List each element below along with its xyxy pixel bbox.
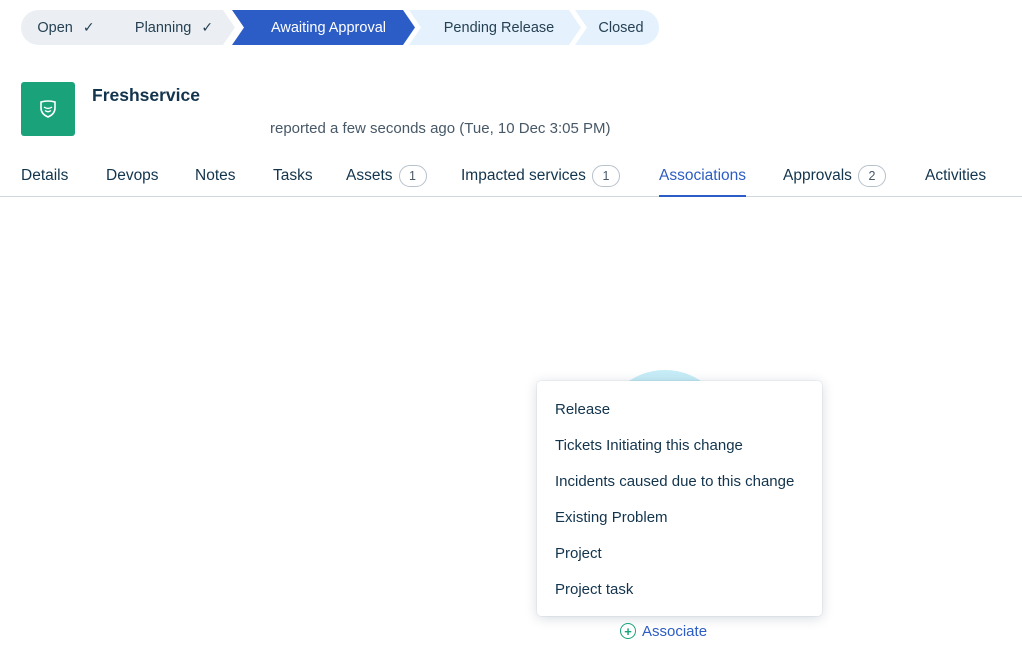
step-label: Pending Release: [443, 19, 555, 36]
reported-timestamp: reported a few seconds ago (Tue, 10 Dec …: [270, 120, 611, 137]
tab-label: Assets: [346, 167, 393, 184]
associate-dropdown-menu: Release Tickets Initiating this change I…: [537, 381, 822, 616]
tab-label: Notes: [195, 167, 236, 184]
step-planning[interactable]: Planning ✓: [107, 10, 235, 45]
status-stepper: Open ✓ Planning ✓ Awaiting Approval Pend…: [21, 10, 661, 45]
app-name: Freshservice: [92, 85, 200, 105]
step-awaiting-approval[interactable]: Awaiting Approval: [232, 10, 415, 45]
step-label: Awaiting Approval: [270, 19, 386, 36]
menu-item-tickets-initiating[interactable]: Tickets Initiating this change: [537, 427, 822, 463]
step-pending-release[interactable]: Pending Release: [409, 10, 581, 45]
tab-details[interactable]: Details: [21, 155, 68, 197]
menu-item-project-task[interactable]: Project task: [537, 571, 822, 607]
tab-label: Details: [21, 167, 69, 184]
associate-button[interactable]: + Associate: [620, 620, 707, 642]
menu-item-release[interactable]: Release: [537, 391, 822, 427]
step-label: Planning: [134, 19, 192, 36]
shield-icon: [40, 100, 56, 118]
tab-associations[interactable]: Associations: [659, 155, 747, 197]
plus-circle-icon: +: [620, 623, 636, 639]
step-label: Open: [37, 19, 73, 36]
tab-impacted-services[interactable]: Impacted services 1: [461, 155, 620, 197]
app-logo: [21, 82, 75, 136]
tab-label: Activities: [925, 167, 987, 184]
count-badge: 2: [857, 165, 886, 187]
menu-item-incidents-caused[interactable]: Incidents caused due to this change: [537, 463, 822, 499]
tab-notes[interactable]: Notes: [195, 155, 236, 197]
check-icon: ✓: [201, 19, 214, 35]
tab-tasks[interactable]: Tasks: [273, 155, 313, 197]
step-label: Closed: [598, 19, 644, 36]
tab-label: Approvals: [783, 167, 852, 184]
menu-item-existing-problem[interactable]: Existing Problem: [537, 499, 822, 535]
count-badge: 1: [591, 165, 620, 187]
tab-activities[interactable]: Activities: [925, 155, 986, 197]
count-badge: 1: [398, 165, 427, 187]
check-icon: ✓: [82, 19, 95, 35]
tab-label: Associations: [659, 167, 747, 184]
tab-label: Devops: [106, 167, 159, 184]
tab-label: Impacted services: [461, 167, 586, 184]
tab-assets[interactable]: Assets 1: [346, 155, 427, 197]
associate-label: Associate: [642, 622, 708, 640]
step-open[interactable]: Open ✓: [21, 10, 121, 45]
step-closed[interactable]: Closed: [575, 10, 659, 45]
menu-item-project[interactable]: Project: [537, 535, 822, 571]
tab-approvals[interactable]: Approvals 2: [783, 155, 886, 197]
tab-devops[interactable]: Devops: [106, 155, 159, 197]
tab-label: Tasks: [273, 167, 313, 184]
tab-bar: Details Devops Notes Tasks Assets 1 Impa…: [0, 155, 1022, 197]
